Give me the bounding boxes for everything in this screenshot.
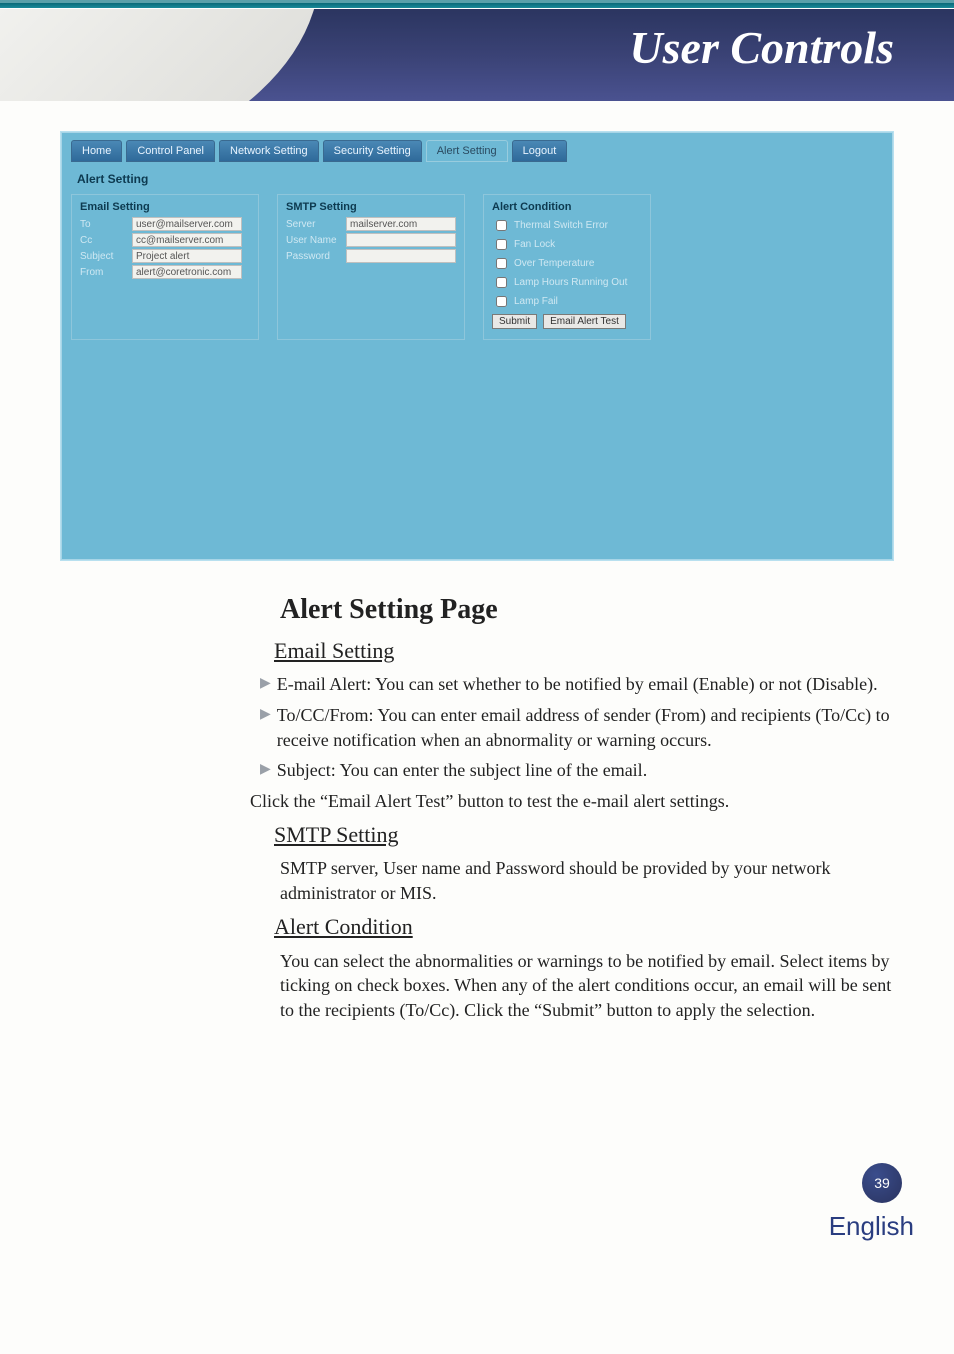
- cc-input[interactable]: [132, 233, 242, 247]
- smtp-setting-panel: SMTP Setting Server User Name Password: [277, 194, 465, 340]
- bullet-arrow-icon: ▶: [260, 703, 271, 753]
- alert-condition-title: Alert Condition: [492, 201, 642, 213]
- chk-overtemp-label: Over Temperature: [514, 258, 594, 269]
- tab-network-setting[interactable]: Network Setting: [219, 140, 319, 162]
- bullet-email-alert: ▶ E-mail Alert: You can set whether to b…: [260, 672, 894, 697]
- to-input[interactable]: [132, 217, 242, 231]
- subject-input[interactable]: [132, 249, 242, 263]
- username-input[interactable]: [346, 233, 456, 247]
- alert-condition-panel: Alert Condition Thermal Switch Error Fan…: [483, 194, 651, 340]
- body-content: Alert Setting Page Email Setting ▶ E-mai…: [250, 591, 894, 1023]
- bullet-arrow-icon: ▶: [260, 672, 271, 697]
- heading-email-setting: Email Setting: [274, 636, 894, 666]
- chk-fanlock-label: Fan Lock: [514, 239, 555, 250]
- to-label: To: [80, 219, 128, 230]
- tab-control-panel[interactable]: Control Panel: [126, 140, 215, 162]
- bullet-arrow-icon: ▶: [260, 758, 271, 783]
- paragraph-email-test: Click the “Email Alert Test” button to t…: [250, 789, 894, 814]
- paragraph-alert-condition: You can select the abnormalities or warn…: [280, 949, 894, 1023]
- language-label: English: [829, 1211, 914, 1242]
- page-number-badge: 39: [862, 1163, 902, 1203]
- top-accent-bar: [0, 0, 954, 8]
- header-curve: [0, 8, 320, 101]
- chk-lamphours[interactable]: [496, 277, 507, 288]
- email-setting-title: Email Setting: [80, 201, 250, 213]
- server-label: Server: [286, 219, 342, 230]
- submit-button[interactable]: Submit: [492, 314, 537, 329]
- heading-smtp-setting: SMTP Setting: [274, 820, 894, 850]
- bullet-to-cc-from: ▶ To/CC/From: You can enter email addres…: [260, 703, 894, 753]
- subject-label: Subject: [80, 251, 128, 262]
- password-input[interactable]: [346, 249, 456, 263]
- heading-alert-condition: Alert Condition: [274, 912, 894, 942]
- bullet-text: E-mail Alert: You can set whether to be …: [277, 672, 894, 697]
- chk-lampfail-label: Lamp Fail: [514, 296, 558, 307]
- chk-overtemp[interactable]: [496, 258, 507, 269]
- heading-alert-setting-page: Alert Setting Page: [280, 591, 894, 630]
- chk-thermal[interactable]: [496, 220, 507, 231]
- section-title: Alert Setting: [77, 172, 883, 186]
- panels-row: Email Setting To Cc Subject From SMTP Se…: [71, 194, 883, 340]
- chk-lamphours-label: Lamp Hours Running Out: [514, 277, 627, 288]
- footer: 39 English: [0, 1163, 954, 1283]
- tab-security-setting[interactable]: Security Setting: [323, 140, 422, 162]
- tab-bar: Home Control Panel Network Setting Secur…: [71, 140, 883, 162]
- tab-alert-setting[interactable]: Alert Setting: [426, 140, 508, 162]
- chk-fanlock[interactable]: [496, 239, 507, 250]
- bullet-text: Subject: You can enter the subject line …: [277, 758, 894, 783]
- email-alert-test-button[interactable]: Email Alert Test: [543, 314, 626, 329]
- chk-lampfail[interactable]: [496, 296, 507, 307]
- paragraph-smtp: SMTP server, User name and Password shou…: [280, 856, 894, 906]
- from-label: From: [80, 267, 128, 278]
- chk-thermal-label: Thermal Switch Error: [514, 220, 608, 231]
- screenshot-panel: Home Control Panel Network Setting Secur…: [60, 131, 894, 561]
- tab-home[interactable]: Home: [71, 140, 122, 162]
- username-label: User Name: [286, 235, 342, 246]
- server-input[interactable]: [346, 217, 456, 231]
- from-input[interactable]: [132, 265, 242, 279]
- email-setting-panel: Email Setting To Cc Subject From: [71, 194, 259, 340]
- page-title: User Controls: [629, 21, 894, 74]
- smtp-setting-title: SMTP Setting: [286, 201, 456, 213]
- tab-logout[interactable]: Logout: [512, 140, 568, 162]
- header-band: User Controls: [0, 8, 954, 101]
- password-label: Password: [286, 251, 342, 262]
- bullet-text: To/CC/From: You can enter email address …: [277, 703, 894, 753]
- cc-label: Cc: [80, 235, 128, 246]
- bullet-subject: ▶ Subject: You can enter the subject lin…: [260, 758, 894, 783]
